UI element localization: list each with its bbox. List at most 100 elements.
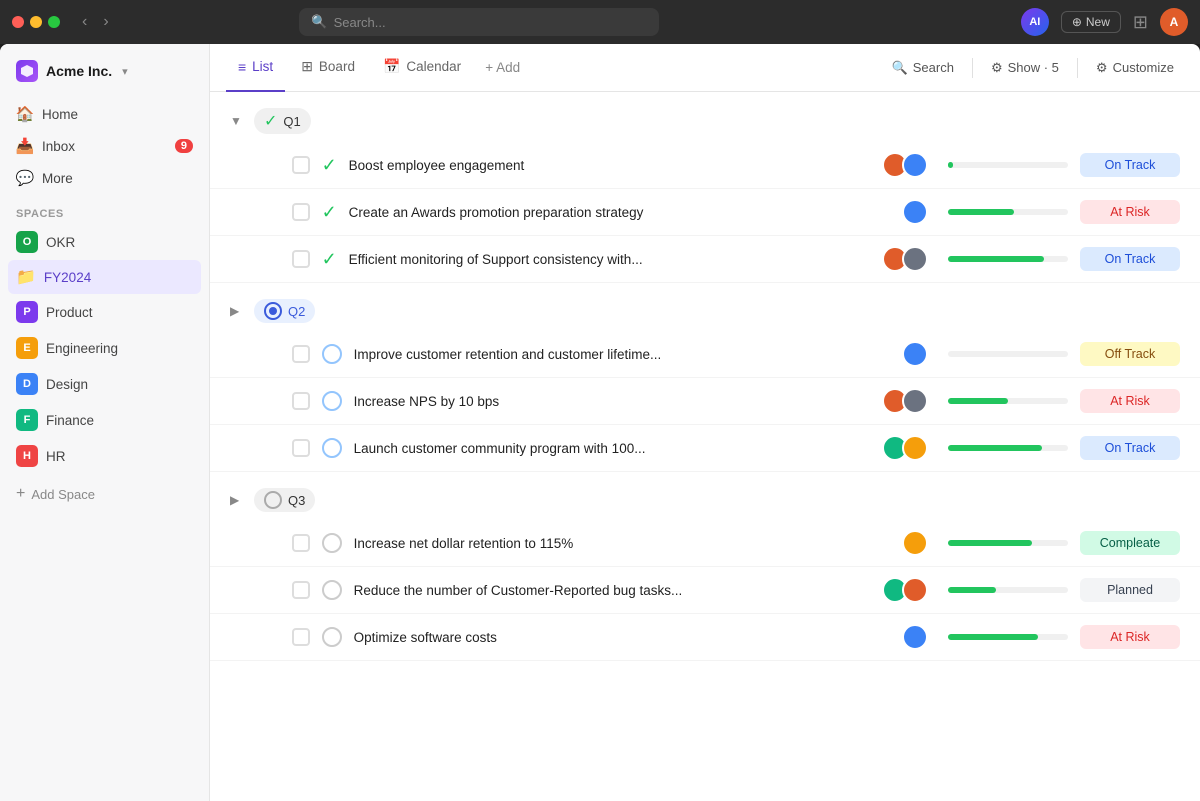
sidebar-item-home[interactable]: 🏠 Home — [8, 98, 201, 130]
calendar-icon: 📅 — [383, 58, 400, 75]
sidebar-item-okr[interactable]: O OKR — [8, 224, 201, 260]
grid-icon[interactable]: ⊞ — [1133, 12, 1148, 33]
sidebar-inbox-label: Inbox — [42, 139, 75, 154]
customize-label: Customize — [1113, 60, 1174, 75]
task-avatars — [882, 246, 928, 272]
task-checkbox[interactable] — [292, 203, 310, 221]
group-q1-badge: ✓ Q1 — [254, 108, 311, 134]
sidebar-item-fy2024[interactable]: 📁 FY2024 — [8, 260, 201, 294]
progress-bar — [948, 634, 1068, 640]
back-button[interactable]: ‹ — [76, 11, 93, 33]
ai-button[interactable]: AI — [1021, 8, 1049, 36]
task-checkbox[interactable] — [292, 250, 310, 268]
progress-bar — [948, 445, 1068, 451]
task-row[interactable]: ⠿⠿ Reduce the number of Customer-Reporte… — [210, 567, 1200, 614]
group-q1-header[interactable]: ▼ ✓ Q1 — [210, 92, 1200, 142]
home-icon: 🏠 — [16, 105, 34, 123]
task-circle — [322, 533, 342, 553]
task-avatars — [882, 152, 928, 178]
divider — [972, 58, 973, 78]
new-button[interactable]: ⊕ New — [1061, 11, 1121, 33]
folder-icon: 📁 — [16, 267, 36, 287]
progress-bar — [948, 587, 1068, 593]
close-dot[interactable] — [12, 16, 24, 28]
sidebar-item-inbox[interactable]: 📥 Inbox 9 — [8, 130, 201, 162]
avatar — [902, 530, 928, 556]
tab-add-label: + Add — [485, 60, 520, 75]
tab-list[interactable]: ≡ List — [226, 44, 285, 92]
product-icon: P — [16, 301, 38, 323]
content-area: ▼ ✓ Q1 ⠿⠿ ✓ Boost employee engagement — [210, 92, 1200, 801]
task-row[interactable]: ⠿⠿ ✓ Create an Awards promotion preparat… — [210, 189, 1200, 236]
task-checkbox[interactable] — [292, 345, 310, 363]
customize-button[interactable]: ⚙ Customize — [1086, 55, 1184, 81]
task-checkbox[interactable] — [292, 534, 310, 552]
new-label: New — [1086, 15, 1110, 29]
global-search-bar[interactable]: 🔍 Search... — [299, 8, 659, 36]
task-name: Create an Awards promotion preparation s… — [349, 205, 890, 220]
tab-calendar[interactable]: 📅 Calendar — [371, 44, 473, 92]
status-badge: At Risk — [1080, 200, 1180, 224]
sidebar-item-hr[interactable]: H HR — [8, 438, 201, 474]
show-button[interactable]: ⚙ Show · 5 — [981, 55, 1069, 81]
brand-logo[interactable]: Acme Inc. ▾ — [0, 52, 209, 94]
task-row[interactable]: ⠿⠿ Launch customer community program wit… — [210, 425, 1200, 472]
task-row[interactable]: ⠿⠿ Improve customer retention and custom… — [210, 331, 1200, 378]
group-q3-header[interactable]: ▶ Q3 — [210, 472, 1200, 520]
task-checkbox[interactable] — [292, 581, 310, 599]
task-row[interactable]: ⠿⠿ Optimize software costs At Risk — [210, 614, 1200, 661]
task-circle — [322, 627, 342, 647]
sidebar-item-more[interactable]: 💬 More — [8, 162, 201, 194]
brand-chevron: ▾ — [122, 65, 128, 78]
maximize-dot[interactable] — [48, 16, 60, 28]
inbox-badge: 9 — [175, 139, 193, 153]
spaces-list: O OKR 📁 FY2024 P Product E Engineering D… — [0, 224, 209, 474]
group-q2-badge: Q2 — [254, 299, 315, 323]
tab-board[interactable]: ⊞ Board — [289, 44, 367, 92]
sliders-icon: ⚙ — [991, 60, 1003, 76]
group-q2-toggle[interactable]: ▶ — [230, 304, 246, 318]
group-q1-toggle[interactable]: ▼ — [230, 114, 246, 128]
forward-button[interactable]: › — [97, 11, 114, 33]
task-checkbox[interactable] — [292, 392, 310, 410]
tab-board-label: Board — [319, 59, 355, 74]
avatar[interactable]: A — [1160, 8, 1188, 36]
hr-icon: H — [16, 445, 38, 467]
task-checkbox[interactable] — [292, 156, 310, 174]
status-badge: Planned — [1080, 578, 1180, 602]
nav-arrows: ‹ › — [76, 11, 115, 33]
status-badge: On Track — [1080, 436, 1180, 460]
tab-list-label: List — [252, 59, 273, 74]
task-name: Optimize software costs — [354, 630, 890, 645]
brand-name: Acme Inc. — [46, 63, 112, 79]
fy2024-label: FY2024 — [44, 270, 91, 285]
task-row[interactable]: ⠿⠿ Increase net dollar retention to 115%… — [210, 520, 1200, 567]
task-checkbox[interactable] — [292, 439, 310, 457]
okr-label: OKR — [46, 235, 75, 250]
group-q3-toggle[interactable]: ▶ — [230, 493, 246, 507]
sidebar-item-finance[interactable]: F Finance — [8, 402, 201, 438]
add-space-button[interactable]: + Add Space — [0, 478, 209, 510]
task-row[interactable]: ⠿⠿ ✓ Boost employee engagement On Track — [210, 142, 1200, 189]
sidebar-item-product[interactable]: P Product — [8, 294, 201, 330]
search-button[interactable]: 🔍 Search — [882, 55, 964, 81]
task-avatars — [882, 577, 928, 603]
group-q2-header[interactable]: ▶ Q2 — [210, 283, 1200, 331]
task-avatars — [902, 530, 928, 556]
status-badge: At Risk — [1080, 625, 1180, 649]
main-content: ≡ List ⊞ Board 📅 Calendar + Add 🔍 Search — [210, 44, 1200, 801]
task-checkbox[interactable] — [292, 628, 310, 646]
tab-add-button[interactable]: + Add — [477, 60, 528, 75]
task-row[interactable]: ⠿⠿ Increase NPS by 10 bps At Risk — [210, 378, 1200, 425]
search-placeholder: Search... — [334, 15, 386, 30]
task-avatars — [902, 624, 928, 650]
status-badge: On Track — [1080, 247, 1180, 271]
task-name: Increase NPS by 10 bps — [354, 394, 870, 409]
task-circle — [322, 438, 342, 458]
progress-bar — [948, 162, 1068, 168]
sidebar-item-engineering[interactable]: E Engineering — [8, 330, 201, 366]
minimize-dot[interactable] — [30, 16, 42, 28]
task-row[interactable]: ⠿⠿ ✓ Efficient monitoring of Support con… — [210, 236, 1200, 283]
sidebar-item-design[interactable]: D Design — [8, 366, 201, 402]
task-name: Efficient monitoring of Support consiste… — [349, 252, 870, 267]
